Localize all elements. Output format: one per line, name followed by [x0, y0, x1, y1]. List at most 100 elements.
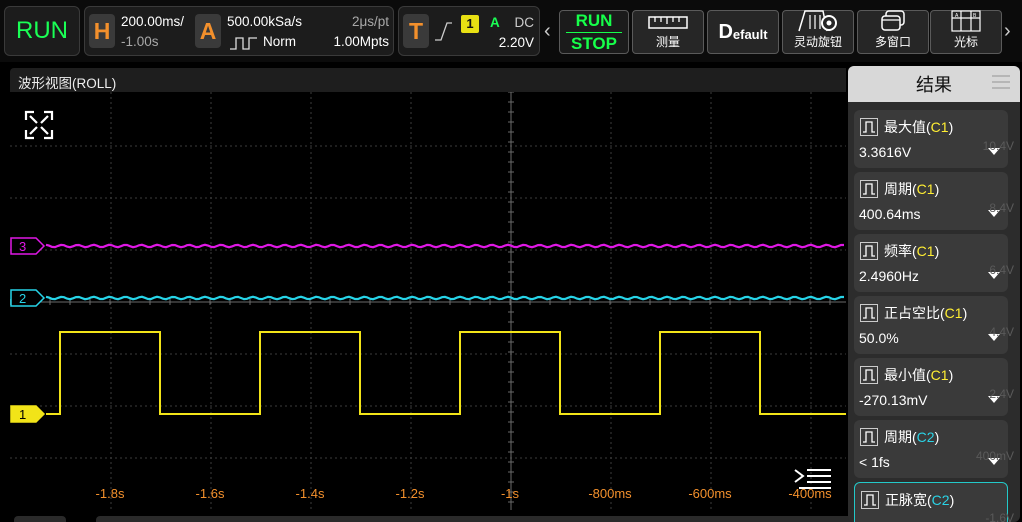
default-icon-letter: D: [718, 20, 733, 43]
pulse-measure-icon: [860, 242, 878, 260]
run-stop-button[interactable]: RUN STOP: [559, 10, 629, 54]
trigger-panel[interactable]: T 1 A DC 2.20V: [398, 6, 540, 56]
run-state-indicator[interactable]: RUN: [4, 6, 80, 56]
result-label: 正脉宽: [885, 492, 927, 508]
pulse-measure-icon: [860, 428, 878, 446]
waveform-header: 波形视图(ROLL): [10, 68, 846, 92]
default-label: efault: [732, 27, 768, 42]
result-channel: C2: [916, 429, 935, 445]
pulse-measure-icon: [860, 180, 878, 198]
pulse-measure-icon: [861, 491, 879, 509]
background-scale-label: 4.4V: [989, 325, 1014, 339]
horizontal-offset: -1.00s: [121, 34, 159, 49]
result-value: -270.13mV: [859, 392, 928, 408]
time-tick-label: -600ms: [688, 486, 732, 501]
top-toolbar: RUN H 200.00ms/ -1.00s A 500.00kSa/s 2μs…: [0, 0, 1022, 62]
waveform-title: 波形视图(ROLL): [18, 76, 117, 91]
result-label: 正占空比: [884, 305, 940, 321]
result-value: 2.4960Hz: [859, 268, 919, 284]
result-name: 正占空比(C1): [884, 305, 968, 321]
result-label: 周期: [884, 429, 912, 445]
time-tick-label: -1.2s: [396, 486, 425, 501]
result-channel: C1: [916, 243, 935, 259]
smart-knob-button[interactable]: 灵动旋钮: [782, 10, 854, 54]
result-channel: C1: [944, 305, 963, 321]
multi-window-icon: [880, 9, 906, 33]
default-button[interactable]: D efault: [707, 10, 779, 54]
channel-marker-label: 3: [19, 239, 26, 254]
memory-depth: 1.00Mpts: [333, 34, 389, 49]
result-channel: C1: [930, 119, 949, 135]
result-name: 周期(C1): [884, 181, 940, 197]
sample-rate: 500.00kSa/s: [227, 14, 303, 29]
cursor-icon: A B: [951, 9, 981, 33]
toolbar-scroll-left[interactable]: ‹: [544, 20, 551, 43]
menu-icon[interactable]: [992, 74, 1010, 90]
background-scale-label: 2.4V: [989, 387, 1014, 401]
result-card[interactable]: 最小值(C1) -270.13mV: [854, 358, 1008, 416]
result-value: 3.3616V: [859, 144, 912, 160]
multi-window-button[interactable]: 多窗口: [857, 10, 929, 54]
time-per-point: 2μs/pt: [351, 14, 389, 29]
horizontal-acquire-panel[interactable]: H 200.00ms/ -1.00s A 500.00kSa/s 2μs/pt …: [84, 6, 394, 56]
cursor-button[interactable]: A B 光标: [930, 10, 1002, 54]
pulse-measure-icon: [860, 366, 878, 384]
result-card[interactable]: 周期(C1) 400.64ms: [854, 172, 1008, 230]
multi-window-label: 多窗口: [874, 35, 911, 49]
trigger-badge: T: [403, 14, 429, 48]
channel-3-marker[interactable]: 3: [10, 237, 46, 255]
measure-label: 测量: [655, 35, 680, 49]
channel-1-marker[interactable]: 1: [10, 405, 46, 423]
background-scale-label: 8.4V: [989, 201, 1014, 215]
results-panel: 结果 最大值(C1) 3.3616V 10.4V 周期(C1) 400.64ms 8.4V…: [848, 66, 1020, 522]
time-tick-label: -1.4s: [296, 486, 325, 501]
pulse-measure-icon: [860, 304, 878, 322]
result-value: < 1fs: [859, 454, 890, 470]
result-channel: C1: [916, 181, 935, 197]
channel-2-marker[interactable]: 2: [10, 289, 46, 307]
pulse-icon: [230, 37, 257, 50]
trigger-source-letter: A: [490, 15, 500, 30]
result-name: 最小值(C1): [884, 367, 954, 383]
timebase-value: 200.00ms/: [121, 14, 185, 29]
rising-edge-icon: [435, 22, 452, 41]
waveform-display[interactable]: 321 -1.8s -1.6s -1.4s -1.2s -1s -800ms -600ms -…: [10, 92, 846, 510]
background-scale-label: 10.4V: [982, 139, 1014, 153]
bottom-tab-left[interactable]: [14, 516, 66, 522]
result-name: 最大值(C1): [884, 119, 954, 135]
trigger-coupling: DC: [514, 15, 535, 30]
toolbar-scroll-right[interactable]: ›: [1004, 20, 1011, 43]
result-value: 400.64ms: [859, 206, 921, 222]
time-tick-label: -1.6s: [196, 486, 225, 501]
trigger-channel-badge: 1: [461, 15, 479, 33]
result-name: 周期(C2): [884, 429, 940, 445]
cursor-label: 光标: [953, 35, 978, 49]
run-stop-top-label: RUN: [575, 11, 613, 30]
result-label: 最小值: [884, 367, 926, 383]
result-label: 最大值: [884, 119, 926, 135]
knob-gear-icon: [797, 9, 839, 33]
result-value: 50.0%: [859, 330, 899, 346]
background-scale-label: 400mV: [975, 449, 1014, 463]
bottom-scrollbar[interactable]: [96, 516, 896, 522]
result-channel: C2: [931, 492, 950, 508]
measure-button[interactable]: 测量: [632, 10, 704, 54]
horizontal-badge: H: [89, 14, 115, 48]
time-tick-label: -1s: [501, 486, 520, 501]
channel-marker-label: 1: [19, 407, 26, 422]
result-card[interactable]: 正占空比(C1) 50.0%: [854, 296, 1008, 354]
background-scale-label: -1.6V: [985, 511, 1014, 522]
result-channel: C1: [930, 367, 949, 383]
acquire-badge: A: [195, 14, 221, 48]
result-card[interactable]: 频率(C1) 2.4960Hz: [854, 234, 1008, 292]
background-scale-label: 6.4V: [989, 263, 1014, 277]
trigger-level: 2.20V: [498, 35, 534, 50]
result-label: 频率: [884, 243, 912, 259]
pulse-measure-icon: [860, 118, 878, 136]
channel-marker-label: 2: [19, 291, 26, 306]
smart-knob-label: 灵动旋钮: [793, 35, 842, 49]
time-tick-label: -800ms: [588, 486, 632, 501]
result-name: 正脉宽(C2): [885, 492, 955, 508]
run-stop-bottom-label: STOP: [571, 34, 617, 53]
ruler-icon: [648, 11, 688, 33]
